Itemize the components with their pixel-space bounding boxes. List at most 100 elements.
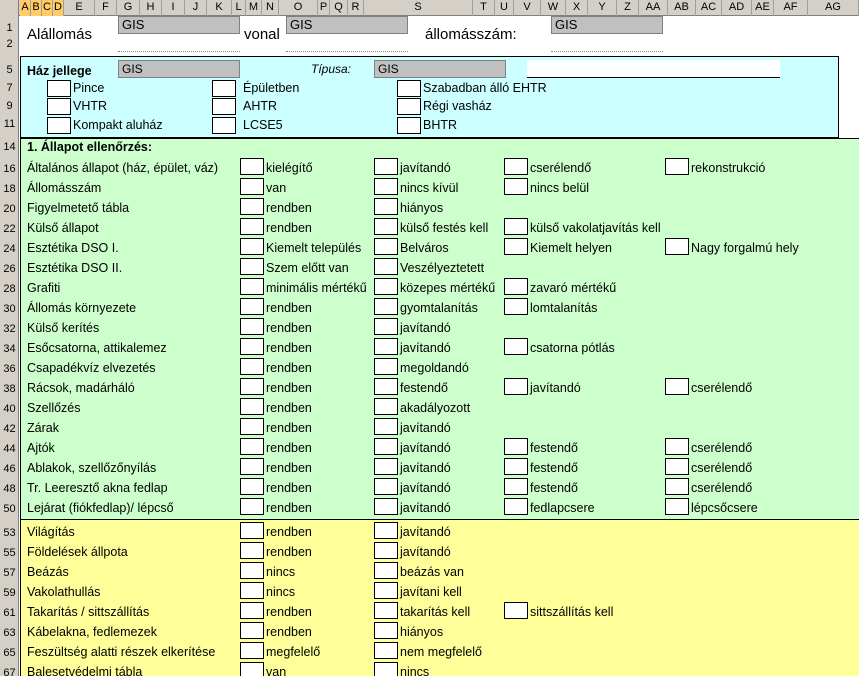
option-checkbox[interactable] (240, 378, 264, 395)
option-checkbox[interactable] (374, 418, 398, 435)
row-header-59[interactable]: 59 (0, 586, 19, 600)
option-checkbox[interactable] (374, 178, 398, 195)
option-checkbox[interactable] (240, 398, 264, 415)
row-header-65[interactable]: 65 (0, 646, 19, 660)
column-header-a[interactable]: A (20, 0, 31, 16)
option-checkbox[interactable] (374, 602, 398, 619)
column-header-q[interactable]: Q (330, 0, 348, 16)
row-header-24[interactable]: 24 (0, 242, 19, 256)
option-checkbox[interactable] (240, 562, 264, 579)
option-checkbox[interactable] (240, 278, 264, 295)
option-checkbox[interactable] (374, 278, 398, 295)
row-header-38[interactable]: 38 (0, 382, 19, 396)
column-header-f[interactable]: F (95, 0, 117, 16)
column-header-b[interactable]: B (31, 0, 42, 16)
row-header-28[interactable]: 28 (0, 282, 19, 296)
haz-option-checkbox[interactable] (212, 80, 236, 97)
row-header-1[interactable]: 1 (0, 21, 19, 35)
option-checkbox[interactable] (374, 562, 398, 579)
column-header-af[interactable]: AF (774, 0, 808, 16)
option-checkbox[interactable] (240, 258, 264, 275)
option-checkbox[interactable] (240, 498, 264, 515)
column-header-z[interactable]: Z (617, 0, 639, 16)
option-checkbox[interactable] (374, 218, 398, 235)
option-checkbox[interactable] (240, 582, 264, 599)
row-header-55[interactable]: 55 (0, 546, 19, 560)
row-header-34[interactable]: 34 (0, 342, 19, 356)
haz-option-checkbox[interactable] (47, 117, 71, 134)
row-header-53[interactable]: 53 (0, 526, 19, 540)
option-checkbox[interactable] (240, 662, 264, 676)
column-header-n[interactable]: N (262, 0, 279, 16)
option-checkbox[interactable] (374, 198, 398, 215)
option-checkbox[interactable] (374, 542, 398, 559)
option-checkbox[interactable] (504, 458, 528, 475)
option-checkbox[interactable] (240, 218, 264, 235)
option-checkbox[interactable] (374, 642, 398, 659)
option-checkbox[interactable] (374, 378, 398, 395)
column-header-ae[interactable]: AE (752, 0, 774, 16)
haz-option-checkbox[interactable] (397, 98, 421, 115)
option-checkbox[interactable] (240, 522, 264, 539)
option-checkbox[interactable] (665, 498, 689, 515)
row-header-14[interactable]: 14 (0, 140, 19, 154)
option-checkbox[interactable] (374, 358, 398, 375)
option-checkbox[interactable] (374, 158, 398, 175)
column-header-e[interactable]: E (64, 0, 95, 16)
option-checkbox[interactable] (504, 278, 528, 295)
select-all-corner[interactable] (0, 0, 19, 16)
option-checkbox[interactable] (374, 398, 398, 415)
option-checkbox[interactable] (374, 298, 398, 315)
column-header-i[interactable]: I (162, 0, 185, 16)
option-checkbox[interactable] (240, 458, 264, 475)
row-header-30[interactable]: 30 (0, 302, 19, 316)
option-checkbox[interactable] (504, 238, 528, 255)
column-header-ag[interactable]: AG (808, 0, 859, 16)
option-checkbox[interactable] (374, 582, 398, 599)
option-checkbox[interactable] (665, 158, 689, 175)
option-checkbox[interactable] (504, 378, 528, 395)
column-header-u[interactable]: U (495, 0, 514, 16)
option-checkbox[interactable] (504, 338, 528, 355)
column-header-d[interactable]: D (53, 0, 64, 16)
allomas-field[interactable]: GIS (118, 16, 240, 34)
column-header-g[interactable]: G (117, 0, 140, 16)
row-header-61[interactable]: 61 (0, 606, 19, 620)
option-checkbox[interactable] (240, 478, 264, 495)
column-header-y[interactable]: Y (588, 0, 617, 16)
option-checkbox[interactable] (504, 498, 528, 515)
option-checkbox[interactable] (665, 478, 689, 495)
option-checkbox[interactable] (504, 298, 528, 315)
option-checkbox[interactable] (504, 438, 528, 455)
allomasszam-field[interactable]: GIS (551, 16, 663, 34)
option-checkbox[interactable] (240, 602, 264, 619)
option-checkbox[interactable] (504, 178, 528, 195)
option-checkbox[interactable] (374, 338, 398, 355)
column-header-m[interactable]: M (246, 0, 262, 16)
column-header-l[interactable]: L (232, 0, 246, 16)
column-header-o[interactable]: O (279, 0, 318, 16)
row-header-44[interactable]: 44 (0, 442, 19, 456)
option-checkbox[interactable] (240, 298, 264, 315)
row-header-42[interactable]: 42 (0, 422, 19, 436)
option-checkbox[interactable] (374, 318, 398, 335)
option-checkbox[interactable] (504, 218, 528, 235)
option-checkbox[interactable] (240, 622, 264, 639)
tipusa-extra-field[interactable] (527, 60, 780, 78)
row-header-11[interactable]: 11 (0, 117, 19, 131)
option-checkbox[interactable] (240, 158, 264, 175)
option-checkbox[interactable] (240, 642, 264, 659)
row-header-9[interactable]: 9 (0, 99, 19, 113)
option-checkbox[interactable] (665, 238, 689, 255)
haz-option-checkbox[interactable] (397, 80, 421, 97)
vonal-field[interactable]: GIS (286, 16, 408, 34)
option-checkbox[interactable] (374, 498, 398, 515)
row-header-16[interactable]: 16 (0, 162, 19, 176)
row-header-20[interactable]: 20 (0, 202, 19, 216)
option-checkbox[interactable] (240, 358, 264, 375)
row-header-5[interactable]: 5 (0, 63, 19, 77)
row-header-57[interactable]: 57 (0, 566, 19, 580)
option-checkbox[interactable] (240, 438, 264, 455)
column-header-w[interactable]: W (541, 0, 566, 16)
option-checkbox[interactable] (504, 478, 528, 495)
